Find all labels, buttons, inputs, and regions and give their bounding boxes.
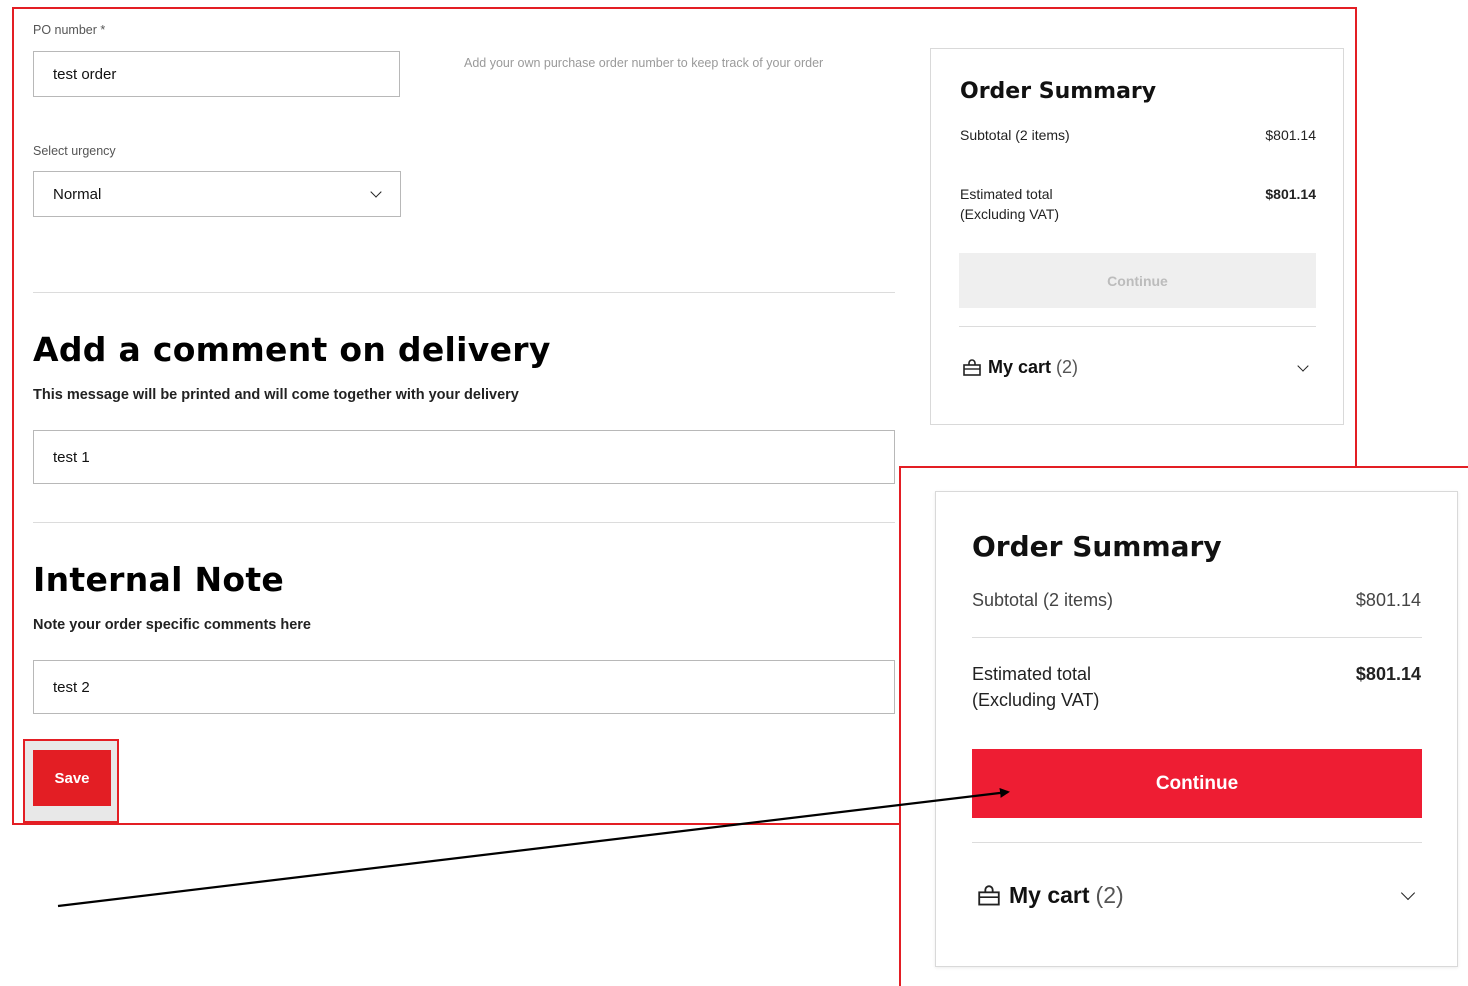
my-cart-count: (2) — [1095, 882, 1124, 908]
order-summary-card: Order Summary Subtotal (2 items) $801.14… — [930, 48, 1344, 425]
chevron-down-icon[interactable] — [1400, 885, 1416, 901]
estimated-total-value: $801.14 — [1355, 664, 1421, 684]
urgency-select[interactable]: Normal — [33, 171, 401, 217]
internal-note-heading: Internal Note — [33, 560, 285, 599]
subtotal-label: Subtotal (2 items) — [960, 127, 1070, 143]
estimated-total-label: Estimated total — [972, 664, 1092, 684]
summary-divider — [972, 637, 1422, 638]
internal-note-subtitle: Note your order specific comments here — [33, 617, 311, 633]
po-number-input[interactable]: test order — [33, 51, 400, 97]
chevron-down-icon — [370, 185, 382, 198]
delivery-comment-subtitle: This message will be printed and will co… — [33, 387, 519, 403]
continue-button[interactable]: Continue — [972, 749, 1422, 818]
subtotal-label: Subtotal (2 items) — [972, 590, 1114, 610]
internal-note-input[interactable]: test 2 — [33, 660, 895, 714]
order-summary-card-zoomed: Order Summary Subtotal (2 items) $801.14… — [935, 491, 1458, 967]
po-number-label: PO number * — [33, 23, 106, 37]
delivery-comment-input[interactable]: test 1 — [33, 430, 895, 484]
shopping-bag-icon — [962, 358, 982, 377]
section-divider — [33, 522, 895, 523]
estimated-total-sublabel: (Excluding VAT) — [972, 690, 1100, 710]
urgency-label: Select urgency — [33, 144, 116, 158]
urgency-selected-value: Normal — [53, 185, 102, 203]
estimated-total-sublabel: (Excluding VAT) — [960, 206, 1060, 222]
order-summary-title: Order Summary — [960, 79, 1157, 104]
continue-button-disabled[interactable]: Continue — [959, 253, 1316, 308]
estimated-total-label: Estimated total — [960, 186, 1053, 202]
po-number-value: test order — [53, 65, 117, 83]
summary-divider — [959, 326, 1316, 327]
po-number-hint: Add your own purchase order number to ke… — [464, 56, 824, 70]
estimated-total-value: $801.14 — [1265, 186, 1316, 202]
order-summary-title: Order Summary — [972, 530, 1222, 563]
chevron-down-icon[interactable] — [1297, 360, 1309, 372]
summary-divider — [972, 842, 1422, 843]
delivery-comment-heading: Add a comment on delivery — [33, 330, 551, 369]
subtotal-value: $801.14 — [1265, 127, 1316, 143]
section-divider — [33, 292, 895, 293]
my-cart-count: (2) — [1056, 357, 1079, 377]
shopping-bag-icon — [976, 884, 1002, 907]
internal-note-value: test 2 — [53, 678, 90, 696]
my-cart-label: My cart — [1009, 882, 1090, 908]
save-button[interactable]: Save — [33, 750, 111, 806]
my-cart-label: My cart — [988, 357, 1052, 377]
subtotal-value: $801.14 — [1355, 590, 1421, 610]
delivery-comment-value: test 1 — [53, 448, 90, 466]
my-cart-toggle[interactable]: My cart (2) — [976, 882, 1124, 909]
my-cart-toggle[interactable]: My cart (2) — [962, 357, 1078, 378]
